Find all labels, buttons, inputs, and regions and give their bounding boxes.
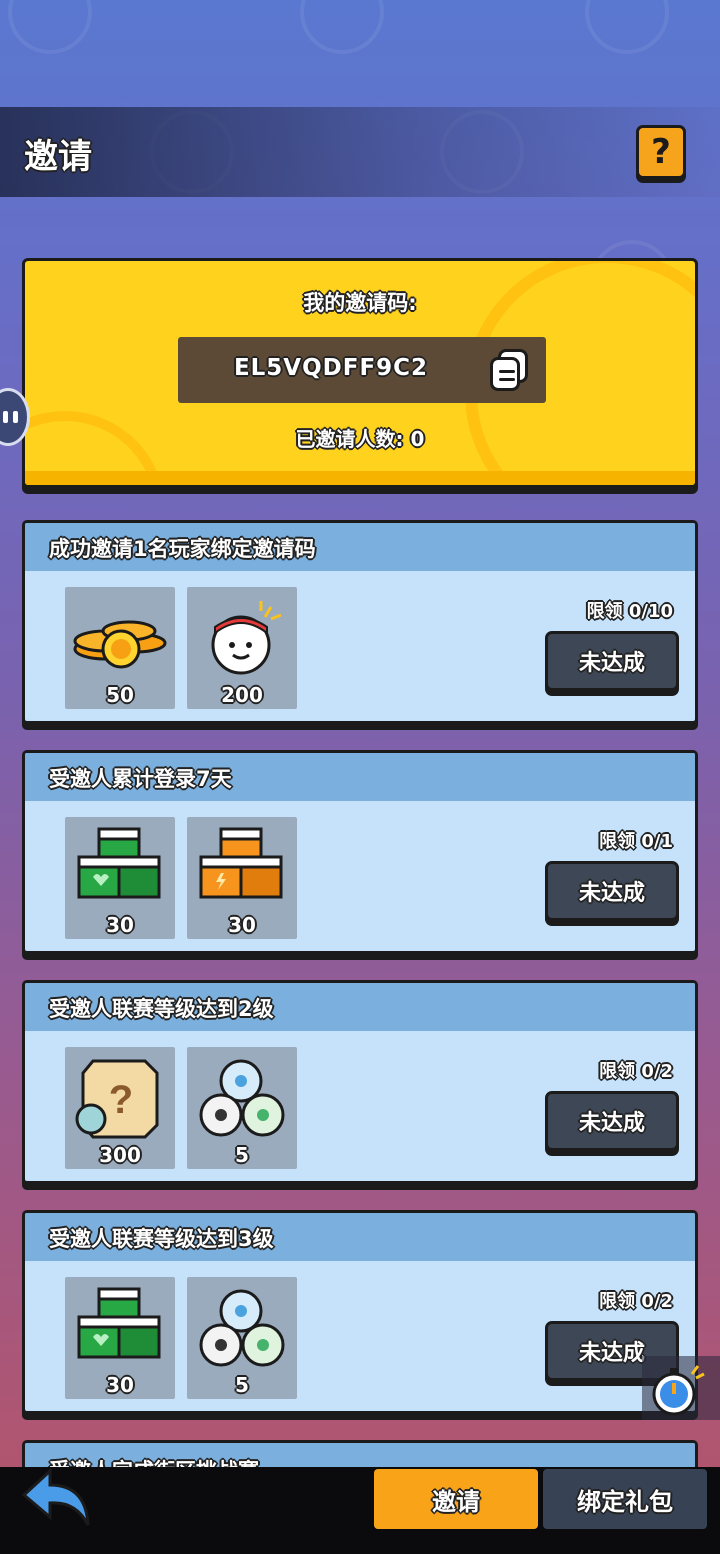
- task-header: 受邀人累计登录7天: [25, 753, 695, 801]
- invite-code-card: 我的邀请码: EL5VQDFF9C2 已邀请人数: 0: [22, 258, 698, 488]
- task-card: 成功邀请1名玩家绑定邀请码 50 200 限领 0/10 未达成: [22, 520, 698, 724]
- green-heart-boxes-icon: [77, 827, 161, 899]
- orange-energy-boxes-icon: [199, 827, 283, 899]
- reward-count: 200: [221, 683, 263, 707]
- reward-item[interactable]: 30: [65, 1277, 175, 1399]
- reward-item[interactable]: 200: [187, 587, 297, 709]
- reward-item[interactable]: 30: [187, 817, 297, 939]
- reward-count: 5: [235, 1143, 249, 1167]
- gold-coins-icon: [73, 620, 167, 669]
- copy-icon-front: [490, 357, 520, 391]
- claim-limit: 限领 0/10: [586, 601, 673, 622]
- task-header: 受邀人联赛等级达到3级: [25, 1213, 695, 1261]
- soccer-balls-icon: [199, 1289, 285, 1367]
- soccer-balls-icon: [199, 1059, 285, 1137]
- reward-item[interactable]: 5: [187, 1277, 297, 1399]
- green-heart-boxes-icon: [77, 1287, 161, 1359]
- copy-code-button[interactable]: [488, 347, 532, 393]
- reward-item[interactable]: 50: [65, 587, 175, 709]
- reward-count: 300: [99, 1143, 141, 1167]
- back-button[interactable]: [20, 1467, 94, 1531]
- svg-text:?: ?: [109, 1078, 133, 1122]
- reward-count: 30: [106, 1373, 134, 1397]
- invite-button[interactable]: 邀请: [374, 1469, 538, 1529]
- background-ball-decoration: [8, 0, 92, 54]
- reward-item[interactable]: ? 300: [65, 1047, 175, 1169]
- card-bottom-stripe: [25, 471, 695, 485]
- reward-item[interactable]: 30: [65, 817, 175, 939]
- task-title: 受邀人联赛等级达到2级: [49, 997, 274, 1021]
- claim-limit: 限领 0/2: [599, 1061, 673, 1082]
- status-button[interactable]: 未达成: [545, 861, 679, 921]
- task-header: 受邀人联赛等级达到2级: [25, 983, 695, 1031]
- player-avatar-icon: [211, 601, 282, 675]
- task-title: 受邀人联赛等级达到3级: [49, 1227, 274, 1251]
- reward-count: 50: [106, 683, 134, 707]
- status-button[interactable]: 未达成: [545, 631, 679, 691]
- background-ball-decoration: [300, 0, 384, 54]
- invited-count: 已邀请人数: 0: [295, 427, 425, 451]
- bind-gift-button[interactable]: 绑定礼包: [543, 1469, 707, 1529]
- help-button[interactable]: ?: [636, 125, 686, 179]
- stopwatch-icon[interactable]: [642, 1356, 720, 1420]
- page-title: 邀请: [24, 137, 92, 177]
- bottom-bar: 邀请 绑定礼包: [0, 1467, 720, 1554]
- status-button[interactable]: 未达成: [545, 1091, 679, 1151]
- task-card: 受邀人累计登录7天 30 30 限领 0/1 未达成: [22, 750, 698, 954]
- task-header: 成功邀请1名玩家绑定邀请码: [25, 523, 695, 571]
- task-card: 受邀人联赛等级达到2级 ? 300 5 限领 0/2 未达成: [22, 980, 698, 1184]
- mystery-scroll-icon: ?: [75, 1059, 159, 1139]
- invite-code-label: 我的邀请码:: [303, 291, 417, 315]
- task-title: 成功邀请1名玩家绑定邀请码: [49, 537, 316, 561]
- claim-limit: 限领 0/1: [599, 831, 673, 852]
- background-ball-decoration: [585, 0, 669, 54]
- question-mark-icon: ?: [651, 132, 671, 172]
- invite-code-value: EL5VQDFF9C2: [233, 355, 429, 381]
- invite-code-box: EL5VQDFF9C2: [178, 337, 546, 403]
- reward-count: 30: [228, 913, 256, 937]
- reward-count: 5: [235, 1373, 249, 1397]
- task-title: 受邀人累计登录7天: [49, 767, 232, 791]
- reward-count: 30: [106, 913, 134, 937]
- claim-limit: 限领 0/2: [599, 1291, 673, 1312]
- task-card: 受邀人联赛等级达到3级 30 5 限领 0/2 未达成: [22, 1210, 698, 1414]
- reward-item[interactable]: 5: [187, 1047, 297, 1169]
- back-arrow-icon: [21, 1467, 90, 1526]
- page-header: 邀请 ?: [0, 107, 720, 197]
